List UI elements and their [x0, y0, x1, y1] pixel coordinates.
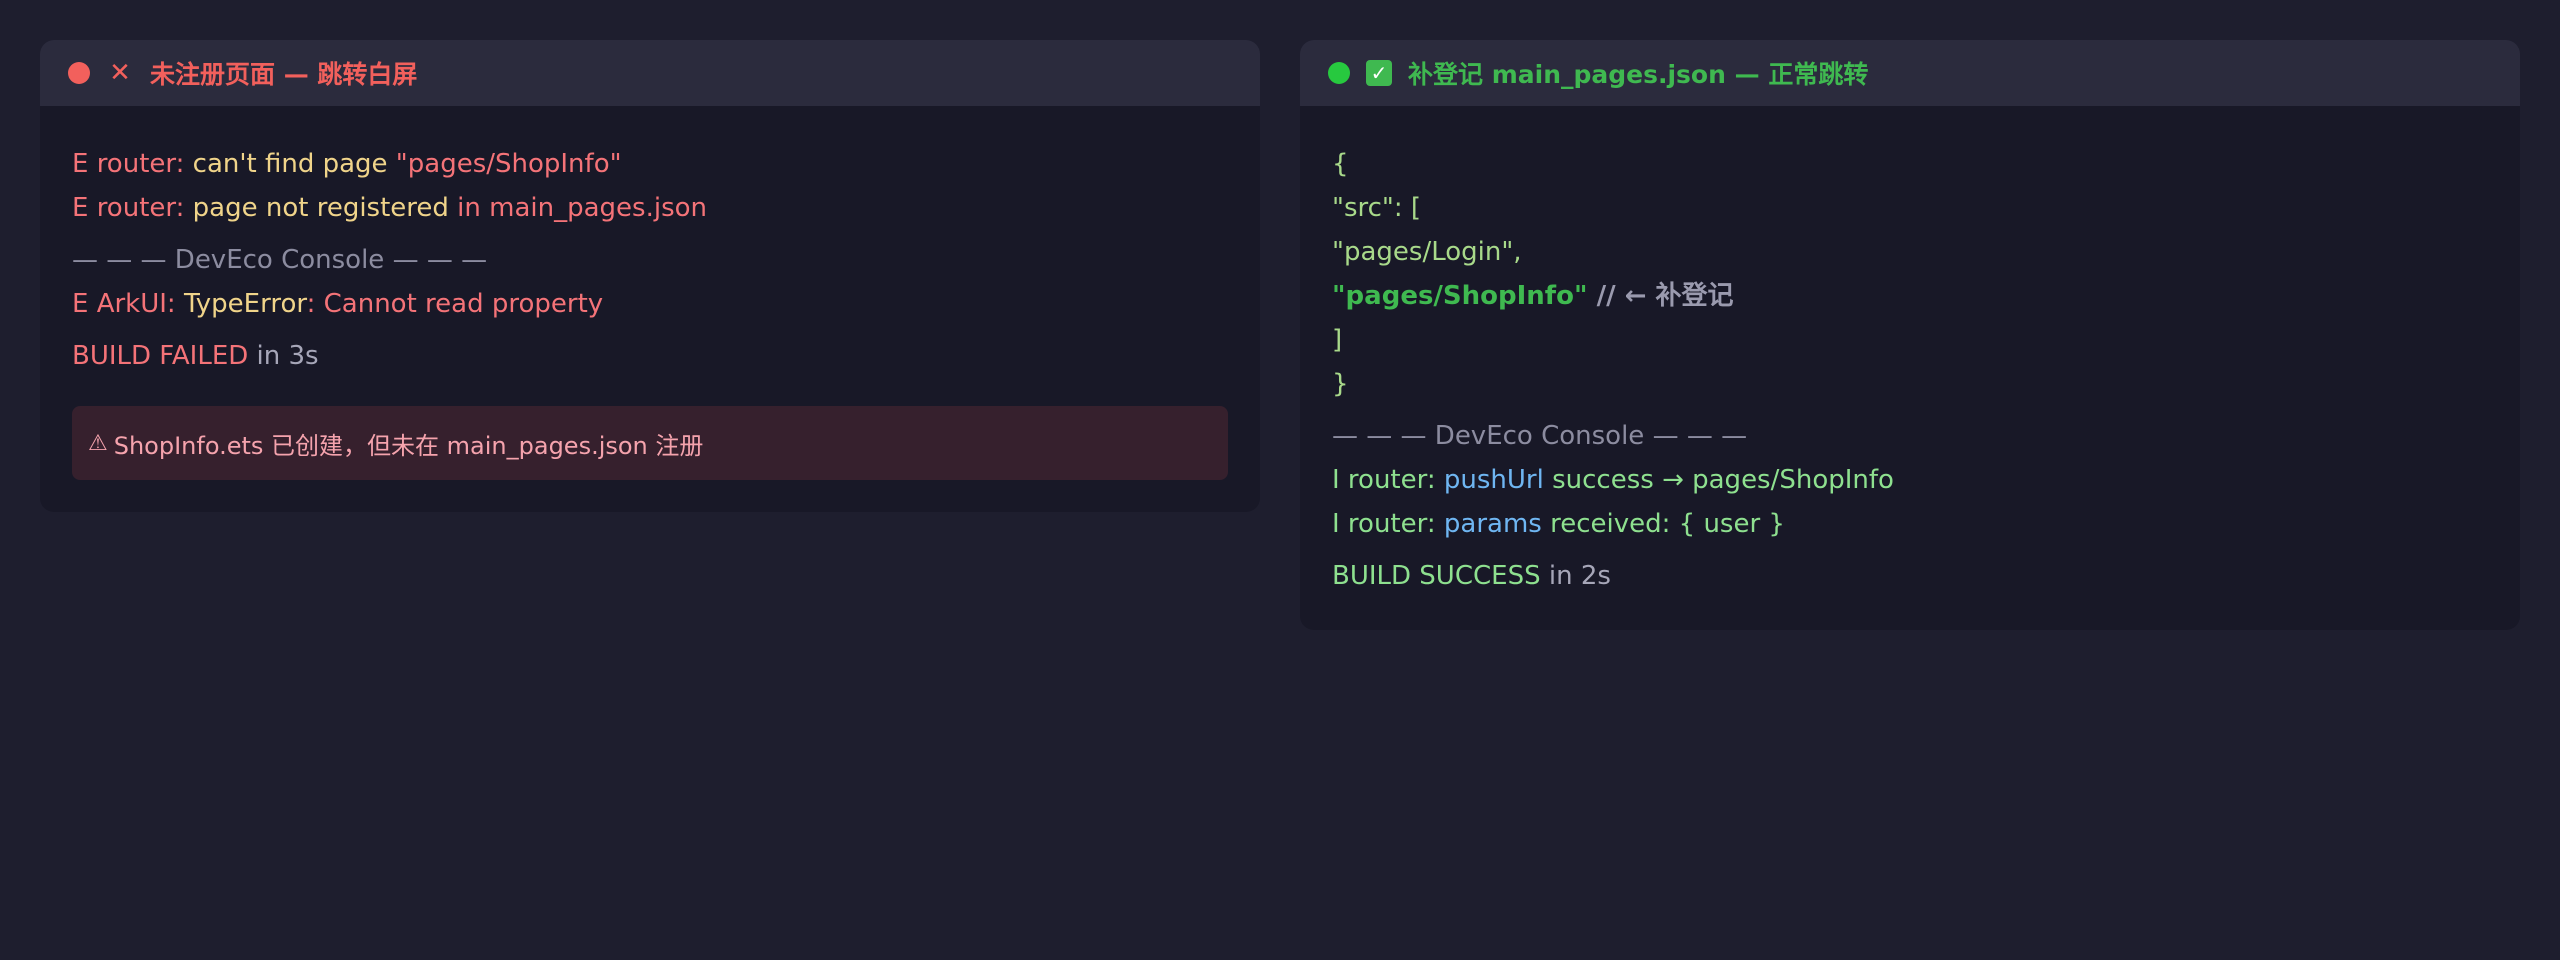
success-log-line-2: I router: params received: { user } — [1332, 502, 2488, 546]
success-panel: ✓ 补登记 main_pages.json — 正常跳转 { "src": [ … — [1300, 40, 2520, 630]
log-prefix: E router: — [72, 193, 193, 223]
error-log-line-2: E router: page not registered in main_pa… — [72, 186, 1228, 230]
console-separator: — — — DevEco Console — — — — [1332, 421, 1748, 451]
error-type: TypeError — [183, 289, 307, 319]
build-status-line: BUILD FAILED in 3s — [72, 334, 1228, 378]
console-separator: — — — DevEco Console — — — — [72, 245, 488, 275]
code-close-bracket: ] — [1332, 325, 1343, 355]
red-status-dot — [68, 62, 90, 84]
log-prefix: E ArkUI: — [72, 289, 184, 319]
code-comment: // ← 补登记 — [1587, 281, 1734, 311]
warning-icon: ⚠ — [88, 430, 108, 456]
log-message: received: { user } — [1541, 509, 1785, 539]
build-failed-label: BUILD FAILED — [72, 341, 249, 371]
log-suffix: in main_pages.json — [457, 193, 708, 223]
log-path: "pages/ShopInfo" — [395, 149, 622, 179]
green-status-dot — [1328, 62, 1350, 84]
code-shopinfo-line: "pages/ShopInfo" // ← 补登记 — [1332, 274, 2488, 318]
success-panel-body: { "src": [ "pages/Login", "pages/ShopInf… — [1300, 106, 2520, 630]
log-message: page not registered — [192, 193, 458, 223]
log-prefix: I router: — [1332, 509, 1444, 539]
build-time: in 3s — [248, 341, 319, 371]
comparison-stage: ✕ 未注册页面 — 跳转白屏 E router: can't find page… — [40, 40, 2520, 630]
check-mark-icon: ✓ — [1366, 60, 1392, 86]
log-message: Cannot read property — [323, 289, 604, 319]
build-success-label: BUILD SUCCESS — [1332, 561, 1541, 591]
log-colon: : — [306, 289, 324, 319]
build-status-line: BUILD SUCCESS in 2s — [1332, 554, 2488, 598]
error-panel-header: ✕ 未注册页面 — 跳转白屏 — [40, 40, 1260, 106]
log-method: pushUrl — [1443, 465, 1544, 495]
log-prefix: I router: — [1332, 465, 1444, 495]
build-time: in 2s — [1540, 561, 1611, 591]
success-panel-header: ✓ 补登记 main_pages.json — 正常跳转 — [1300, 40, 2520, 106]
error-log-line-3: E ArkUI: TypeError: Cannot read property — [72, 282, 1228, 326]
log-key: params — [1443, 509, 1542, 539]
error-log-line-1: E router: can't find page "pages/ShopInf… — [72, 142, 1228, 186]
code-open-brace: { — [1332, 149, 1349, 179]
log-prefix: E router: — [72, 149, 193, 179]
success-panel-title: 补登记 main_pages.json — 正常跳转 — [1408, 60, 1869, 89]
error-panel: ✕ 未注册页面 — 跳转白屏 E router: can't find page… — [40, 40, 1260, 512]
log-message: can't find page — [192, 149, 396, 179]
code-login-entry: "pages/Login", — [1332, 237, 1522, 267]
code-src-line: "src": [ — [1332, 193, 1422, 223]
error-panel-body: E router: can't find page "pages/ShopInf… — [40, 106, 1260, 512]
code-shopinfo-entry: "pages/ShopInfo" — [1332, 281, 1588, 311]
log-message: success → pages/ShopInfo — [1543, 465, 1894, 495]
warning-text: ShopInfo.ets 已创建，但未在 main_pages.json 注册 — [113, 431, 704, 460]
error-panel-title: 未注册页面 — 跳转白屏 — [150, 60, 418, 89]
code-close-brace: } — [1332, 369, 1349, 399]
cross-mark-icon: ✕ — [109, 58, 131, 88]
warning-box: ⚠ ShopInfo.ets 已创建，但未在 main_pages.json 注… — [72, 406, 1228, 480]
success-log-line-1: I router: pushUrl success → pages/ShopIn… — [1332, 458, 2488, 502]
